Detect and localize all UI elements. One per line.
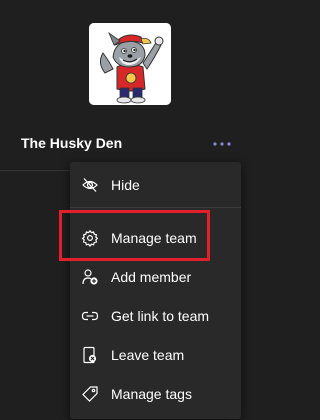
panel-divider <box>0 170 70 171</box>
highlight-annotation <box>59 210 210 261</box>
menu-item-label: Get link to team <box>111 308 210 324</box>
more-options-button[interactable] <box>208 133 236 155</box>
menu-item-get-link[interactable]: Get link to team <box>70 297 241 335</box>
menu-item-manage-tags[interactable]: Manage tags <box>70 375 241 413</box>
menu-item-add-member[interactable]: Add member <box>70 258 241 296</box>
team-panel: The Husky Den Hide Manage team Add membe… <box>0 0 247 420</box>
add-person-icon <box>81 268 99 286</box>
husky-mascot-logo <box>89 23 171 105</box>
menu-item-hide[interactable]: Hide <box>70 166 241 204</box>
eye-off-icon <box>81 176 99 194</box>
menu-separator <box>70 207 241 208</box>
link-icon <box>81 307 99 325</box>
team-context-menu: Hide Manage team Add member Get link to … <box>70 162 241 419</box>
menu-item-label: Manage tags <box>111 386 192 402</box>
menu-item-label: Add member <box>111 269 192 285</box>
team-name[interactable]: The Husky Den <box>21 135 122 151</box>
team-avatar[interactable] <box>89 23 171 105</box>
leave-door-icon <box>81 346 99 364</box>
tag-icon <box>81 385 99 403</box>
menu-item-label: Hide <box>111 177 140 193</box>
menu-item-leave-team[interactable]: Leave team <box>70 336 241 374</box>
menu-item-label: Leave team <box>111 347 185 363</box>
ellipsis-icon <box>213 142 231 146</box>
